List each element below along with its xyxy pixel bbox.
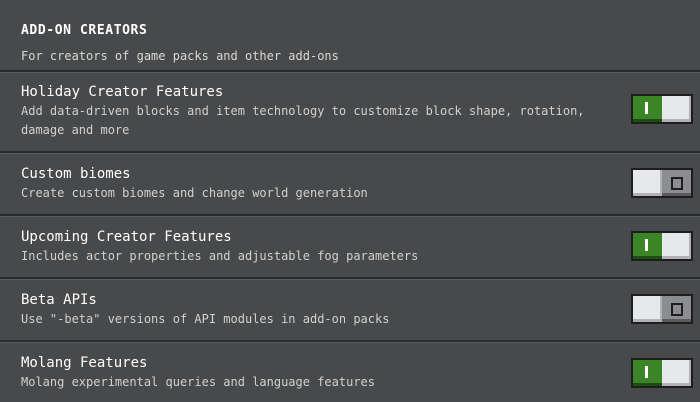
feature-toggle-molang-features[interactable] xyxy=(631,358,693,388)
feature-title: Custom biomes xyxy=(21,166,131,182)
feature-row-upcoming-creator-features: Upcoming Creator Features Includes actor… xyxy=(0,217,700,277)
toggle-on-bar-icon xyxy=(645,102,648,114)
feature-description: Add data-driven blocks and item technolo… xyxy=(21,104,585,137)
toggle-knob xyxy=(633,170,662,196)
feature-title: Beta APIs xyxy=(21,292,97,308)
feature-toggle-custom-biomes[interactable] xyxy=(631,168,693,198)
feature-toggle-upcoming-creator-features[interactable] xyxy=(631,231,693,261)
toggle-off-circle-icon xyxy=(671,303,683,316)
feature-row-custom-biomes: Custom biomes Create custom biomes and c… xyxy=(0,154,700,214)
feature-description: Use "-beta" versions of API modules in a… xyxy=(21,312,390,326)
feature-toggle-holiday-creator-features[interactable] xyxy=(631,94,693,124)
feature-description: Create custom biomes and change world ge… xyxy=(21,186,368,200)
toggle-off-circle-icon xyxy=(671,177,683,190)
section-title: ADD-ON CREATORS xyxy=(21,23,148,38)
feature-row-molang-features: Molang Features Molang experimental quer… xyxy=(0,343,700,402)
toggle-knob xyxy=(662,96,691,122)
feature-description: Includes actor properties and adjustable… xyxy=(21,249,419,263)
toggle-on-bar-icon xyxy=(645,239,648,251)
section-header: ADD-ON CREATORS For creators of game pac… xyxy=(0,0,700,73)
toggle-track xyxy=(633,360,662,386)
feature-row-holiday-creator-features: Holiday Creator Features Add data-driven… xyxy=(0,73,700,151)
feature-title: Holiday Creator Features xyxy=(21,84,224,100)
feature-title: Upcoming Creator Features xyxy=(21,229,232,245)
section-subtitle: For creators of game packs and other add… xyxy=(21,49,339,63)
toggle-track xyxy=(662,170,691,196)
toggle-track xyxy=(633,96,662,122)
toggle-track xyxy=(662,296,691,322)
feature-description: Molang experimental queries and language… xyxy=(21,375,376,389)
toggle-on-bar-icon xyxy=(645,366,648,378)
toggle-knob xyxy=(662,360,691,386)
feature-title: Molang Features xyxy=(21,355,148,371)
feature-row-beta-apis: Beta APIs Use "-beta" versions of API mo… xyxy=(0,280,700,340)
toggle-knob xyxy=(633,296,662,322)
toggle-knob xyxy=(662,233,691,259)
toggle-track xyxy=(633,233,662,259)
feature-toggle-beta-apis[interactable] xyxy=(631,294,693,324)
